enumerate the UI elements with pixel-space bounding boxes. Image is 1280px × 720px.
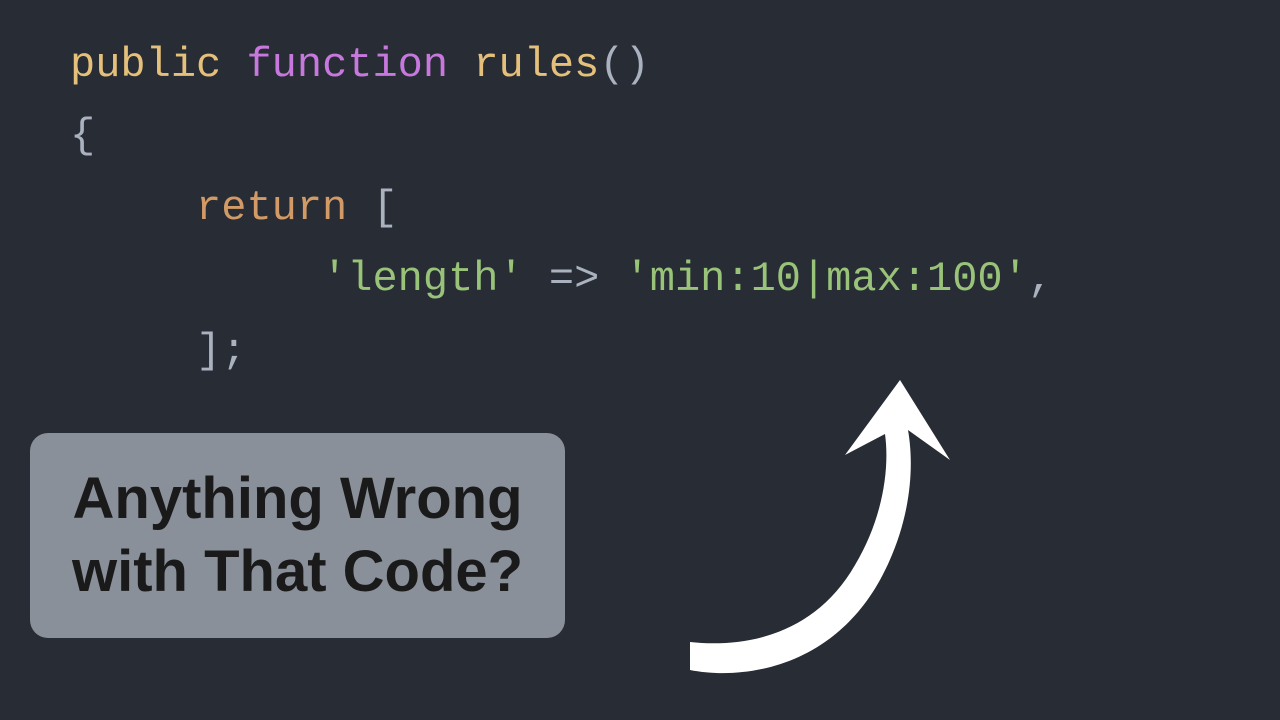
code-line-5: ]; [70, 316, 1210, 387]
open-brace: { [70, 112, 95, 160]
function-name: rules [473, 41, 599, 89]
keyword-public: public [70, 41, 221, 89]
code-line-3: return [ [70, 173, 1210, 244]
callout-line-1: Anything Wrong [72, 463, 523, 536]
arrow-operator: => [549, 255, 599, 303]
keyword-function: function [246, 41, 448, 89]
curved-arrow-icon [650, 380, 980, 700]
open-bracket: [ [372, 184, 397, 232]
semicolon: ; [221, 327, 246, 375]
code-line-1: public function rules() [70, 30, 1210, 101]
code-line-4: 'length' => 'min:10|max:100', [70, 244, 1210, 315]
code-block: public function rules() { return [ 'leng… [0, 0, 1280, 417]
array-value: 'min:10|max:100' [625, 255, 1028, 303]
close-bracket: ] [196, 327, 221, 375]
callout-line-2: with That Code? [72, 536, 523, 609]
array-key: 'length' [322, 255, 524, 303]
keyword-return: return [196, 184, 347, 232]
parentheses: () [599, 41, 649, 89]
code-line-2: { [70, 101, 1210, 172]
callout-box: Anything Wrong with That Code? [30, 433, 565, 638]
comma: , [1028, 255, 1053, 303]
